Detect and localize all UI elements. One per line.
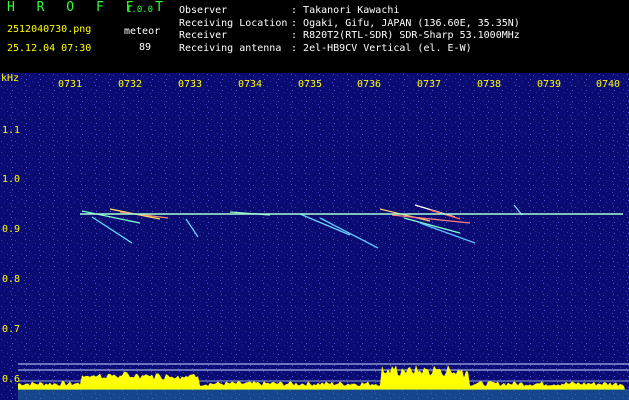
y-tick-1.0: 1.0 [2, 174, 21, 185]
y-tick-0.6: 0.6 [2, 374, 21, 385]
date-time: 25.12.04 07:30 [7, 43, 92, 54]
info-label: Receiving antenna [179, 42, 282, 54]
info-label: Receiver [179, 30, 228, 41]
spectrogram-canvas [0, 73, 629, 400]
info-row-antenna: Receiving antenna: 2el-HB9CV Vertical (e… [179, 42, 472, 54]
info-row-location: Receiving Location: Ogaki, Gifu, JAPAN (… [179, 17, 520, 29]
info-row-observer: Observer: Takanori Kawachi [179, 5, 400, 16]
x-tick-0735: 0735 [298, 79, 323, 90]
x-tick-0736: 0736 [357, 79, 382, 90]
file-name: 2512040730.png [7, 24, 92, 35]
info-value: R820T2(RTL-SDR) SDR-Sharp 53.1000MHz [303, 30, 520, 41]
y-tick-0.7: 0.7 [2, 324, 21, 335]
y-axis-unit: kHz [1, 73, 20, 84]
detection-type-label: meteor [124, 26, 161, 37]
y-tick-1.1: 1.1 [2, 125, 21, 136]
spectrogram-panel: kHz 1.1 1.0 0.9 0.8 0.7 0.6 0731 0732 07… [0, 73, 629, 400]
app-version: 1.0.0 [126, 5, 154, 15]
info-value: Takanori Kawachi [303, 5, 400, 16]
baseline-strip [18, 389, 629, 400]
header-panel: H R O F F T 1.0.0 2512040730.png 25.12.0… [0, 0, 629, 73]
x-tick-0737: 0737 [417, 79, 442, 90]
x-tick-0738: 0738 [477, 79, 502, 90]
x-tick-0732: 0732 [118, 79, 143, 90]
spectrogram-background [0, 73, 629, 400]
info-value: Ogaki, Gifu, JAPAN (136.60E, 35.35N) [303, 17, 520, 29]
y-tick-0.8: 0.8 [2, 274, 21, 285]
info-value: 2el-HB9CV Vertical (el. E-W) [303, 42, 472, 54]
info-label: Observer [179, 5, 228, 16]
x-tick-0731: 0731 [58, 79, 83, 90]
x-tick-0734: 0734 [238, 79, 263, 90]
y-tick-0.9: 0.9 [2, 224, 21, 235]
x-tick-0739: 0739 [537, 79, 562, 90]
detection-count: 89 [139, 42, 152, 53]
x-tick-0740: 0740 [596, 79, 621, 90]
x-tick-0733: 0733 [178, 79, 203, 90]
station-info: Observer: Takanori Kawachi Receiving Loc… [179, 5, 520, 55]
info-row-receiver: Receiver: R820T2(RTL-SDR) SDR-Sharp 53.1… [179, 30, 520, 41]
info-label: Receiving Location [179, 17, 288, 29]
